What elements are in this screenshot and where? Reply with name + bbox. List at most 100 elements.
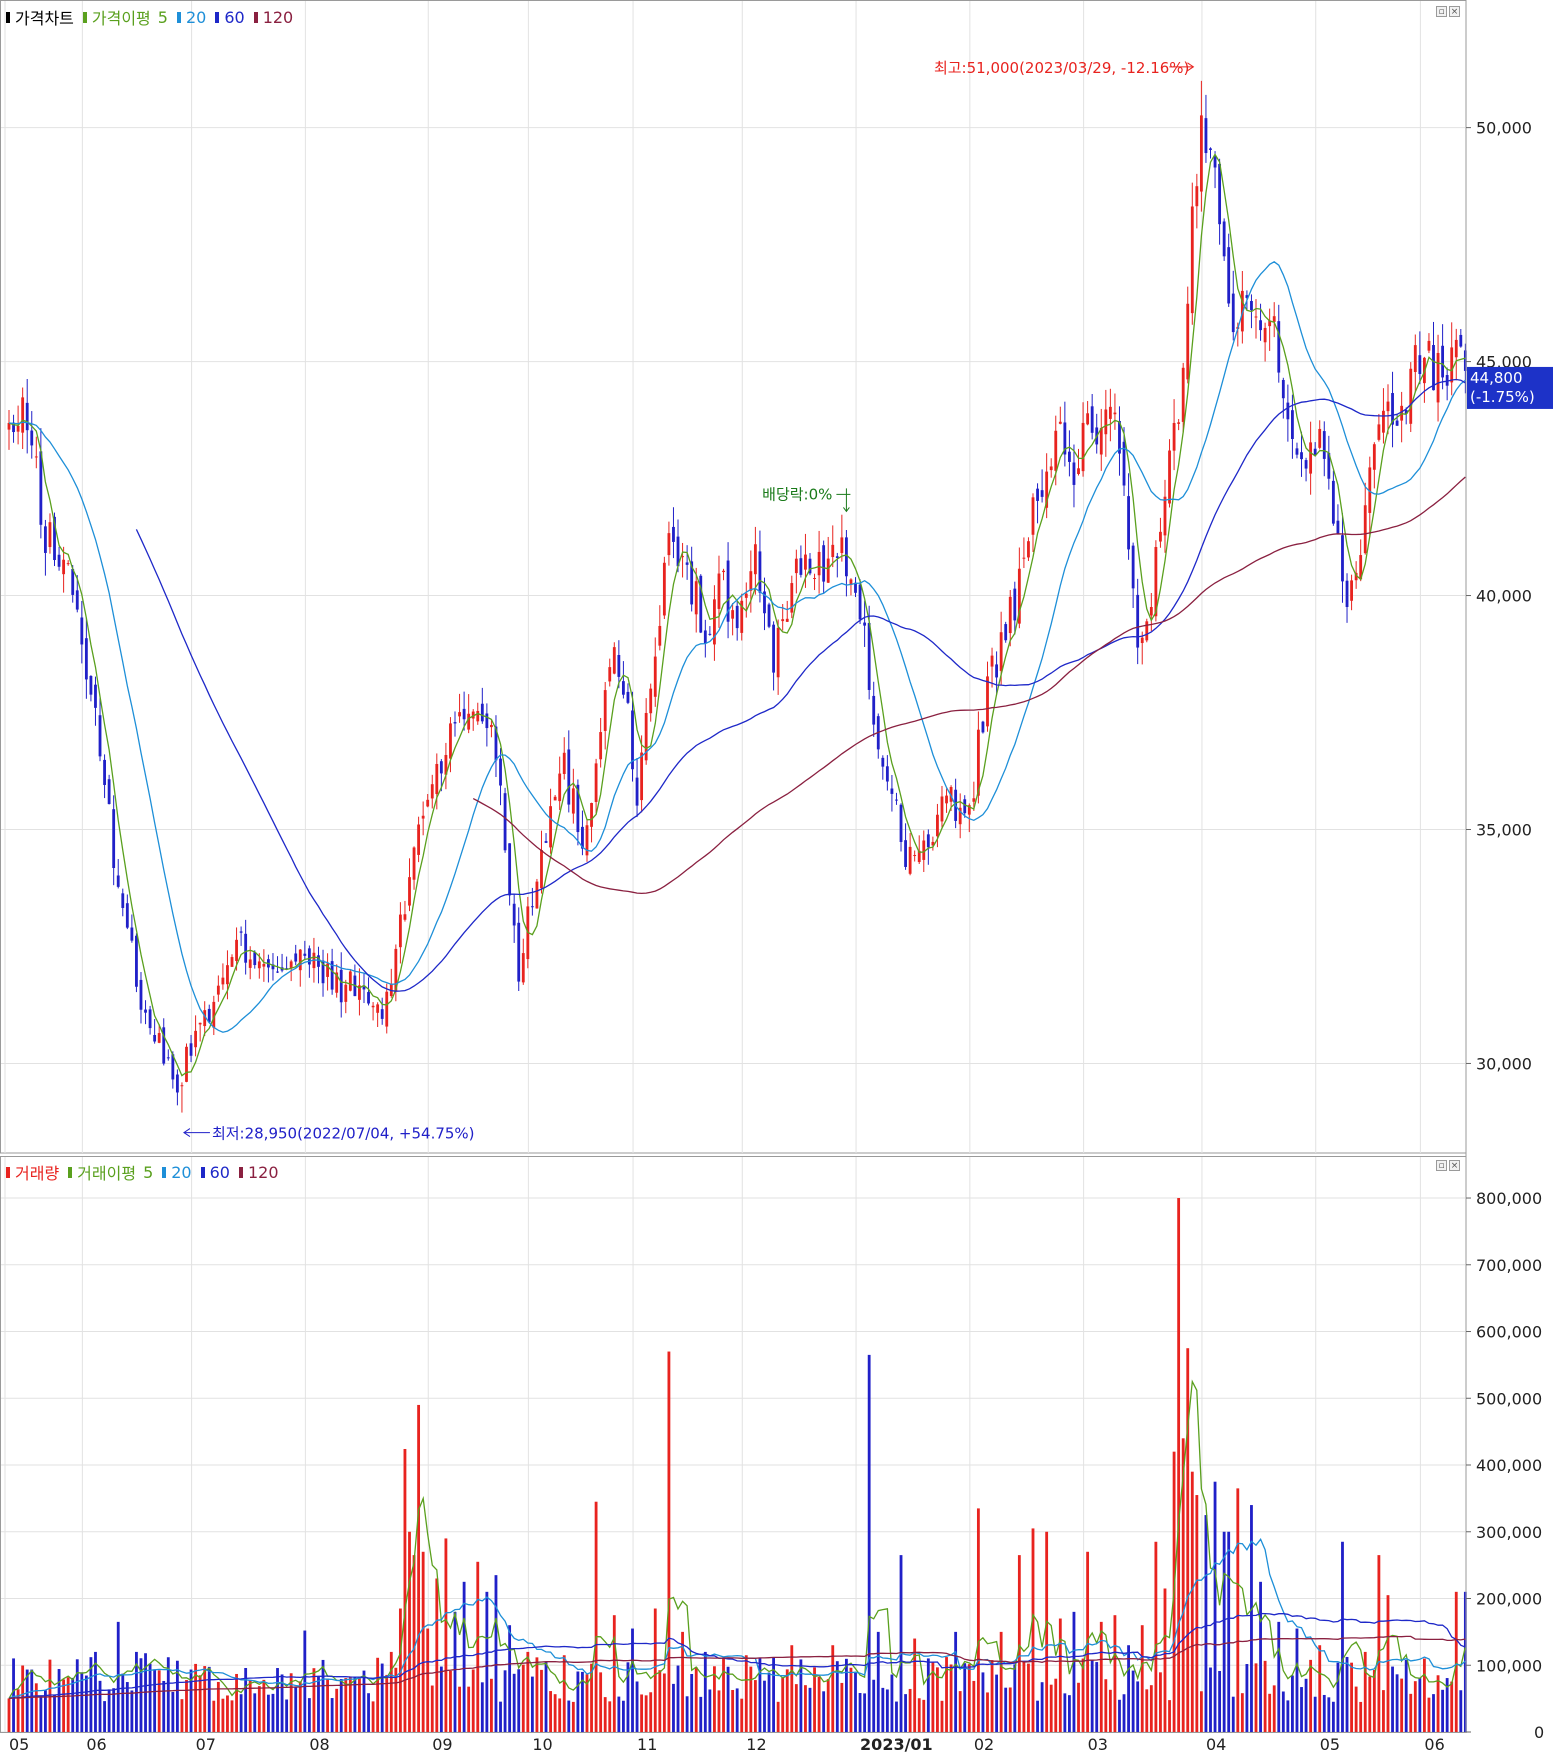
candle-body: [458, 712, 461, 717]
volume-bar: [1209, 1667, 1212, 1732]
volume-y-tick-label: 700,000: [1476, 1256, 1542, 1275]
candle-body: [294, 953, 298, 962]
volume-bar: [1341, 1541, 1344, 1732]
candle-body: [1204, 118, 1208, 154]
volume-y-tick-label: 800,000: [1476, 1189, 1542, 1208]
volume-bar: [1295, 1628, 1299, 1732]
volume-bar: [1386, 1595, 1390, 1732]
volume-bar: [253, 1693, 257, 1732]
candle-body: [1418, 355, 1422, 375]
volume-bar: [294, 1686, 298, 1732]
volume-bar: [599, 1672, 603, 1732]
candle-body: [230, 957, 234, 967]
candle-body: [1318, 428, 1322, 448]
volume-bar: [808, 1687, 812, 1732]
candle-body: [1031, 497, 1035, 535]
volume-bar: [412, 1555, 416, 1732]
volume-bar: [785, 1669, 789, 1732]
volume-close-button[interactable]: ×: [1449, 1160, 1460, 1171]
volume-bar: [1108, 1689, 1112, 1732]
volume-bar: [1281, 1691, 1285, 1732]
candle-body: [226, 965, 229, 985]
legend-ma5-swatch: [82, 11, 87, 23]
candle-body: [603, 690, 607, 731]
candle-body: [1013, 588, 1017, 621]
candle-body: [1227, 247, 1231, 304]
candle-body: [1259, 320, 1262, 331]
stock-chart[interactable]: 30,00035,00040,00045,00050,0000100,00020…: [0, 0, 1554, 1755]
candle-body: [235, 939, 238, 961]
candle-body: [221, 977, 225, 985]
legend-ma20-swatch: [176, 11, 181, 23]
candle-body: [148, 1009, 152, 1029]
candle-body: [1190, 206, 1194, 314]
volume-bar: [640, 1694, 644, 1732]
volume-bar: [1286, 1700, 1290, 1732]
volume-bar: [1318, 1645, 1322, 1732]
volume-minimize-button[interactable]: ▫: [1436, 1160, 1447, 1171]
volume-bar: [508, 1625, 512, 1732]
candle-body: [1077, 468, 1080, 474]
candle-body: [530, 906, 534, 908]
volume-bar: [1418, 1678, 1422, 1732]
volume-bar: [1072, 1611, 1076, 1732]
volume-bar: [722, 1657, 725, 1732]
volume-bar: [567, 1700, 571, 1732]
volume-bar: [235, 1673, 238, 1732]
volume-bar: [867, 1354, 871, 1732]
volume-bar: [763, 1680, 766, 1732]
candle-body: [571, 788, 575, 814]
volume-bar: [25, 1669, 29, 1732]
candle-body: [617, 654, 621, 677]
volume-bar: [1327, 1697, 1331, 1732]
price-y-tick-label: 50,000: [1476, 119, 1532, 138]
candle-body: [685, 562, 689, 565]
volume-bar: [1422, 1658, 1426, 1732]
candle-body: [116, 875, 120, 887]
volume-bar: [1363, 1651, 1367, 1732]
candle-body: [412, 847, 416, 880]
volume-bar: [426, 1628, 430, 1732]
candle-body: [1450, 347, 1454, 383]
volume-bar: [1154, 1541, 1158, 1732]
volume-bar: [530, 1676, 534, 1732]
volume-y-tick-label: 100,000: [1476, 1656, 1542, 1675]
candle-body: [62, 559, 66, 575]
volume-bar: [840, 1682, 844, 1732]
candle-body: [926, 834, 930, 848]
x-tick-label: 02: [974, 1735, 994, 1754]
candle-body: [1195, 186, 1199, 207]
volume-bar: [1350, 1662, 1353, 1732]
candle-body: [890, 788, 894, 794]
candle-body: [1058, 421, 1062, 424]
candle-body: [672, 526, 675, 542]
volume-bar: [1372, 1669, 1376, 1732]
volume-bar: [753, 1680, 757, 1732]
candle-body: [881, 757, 885, 767]
volume-bar: [1268, 1693, 1272, 1732]
volume-bar: [121, 1673, 125, 1732]
volume-bar: [353, 1677, 357, 1732]
volume-bar: [230, 1700, 234, 1732]
volume-bar: [439, 1666, 443, 1732]
price-close-button[interactable]: ×: [1449, 6, 1460, 17]
price-y-tick-label: 30,000: [1476, 1054, 1532, 1073]
candle-body: [831, 544, 835, 558]
volume-bar: [203, 1666, 207, 1732]
volume-bar: [735, 1688, 739, 1732]
legend-ma-label: 가격이평: [91, 9, 151, 28]
volume-bar: [1163, 1588, 1167, 1732]
volume-bar: [804, 1685, 807, 1732]
candle-body: [1108, 406, 1112, 419]
candle-body: [153, 1035, 157, 1042]
candle-body: [508, 843, 512, 896]
candle-body: [1281, 379, 1285, 399]
volume-bar: [239, 1694, 243, 1732]
volume-bar: [1368, 1676, 1372, 1732]
candle-body: [521, 953, 525, 983]
volume-bar: [1400, 1678, 1404, 1732]
candle-body: [904, 840, 907, 867]
candle-body: [94, 684, 97, 708]
candle-body: [135, 935, 138, 987]
price-minimize-button[interactable]: ▫: [1436, 6, 1447, 17]
